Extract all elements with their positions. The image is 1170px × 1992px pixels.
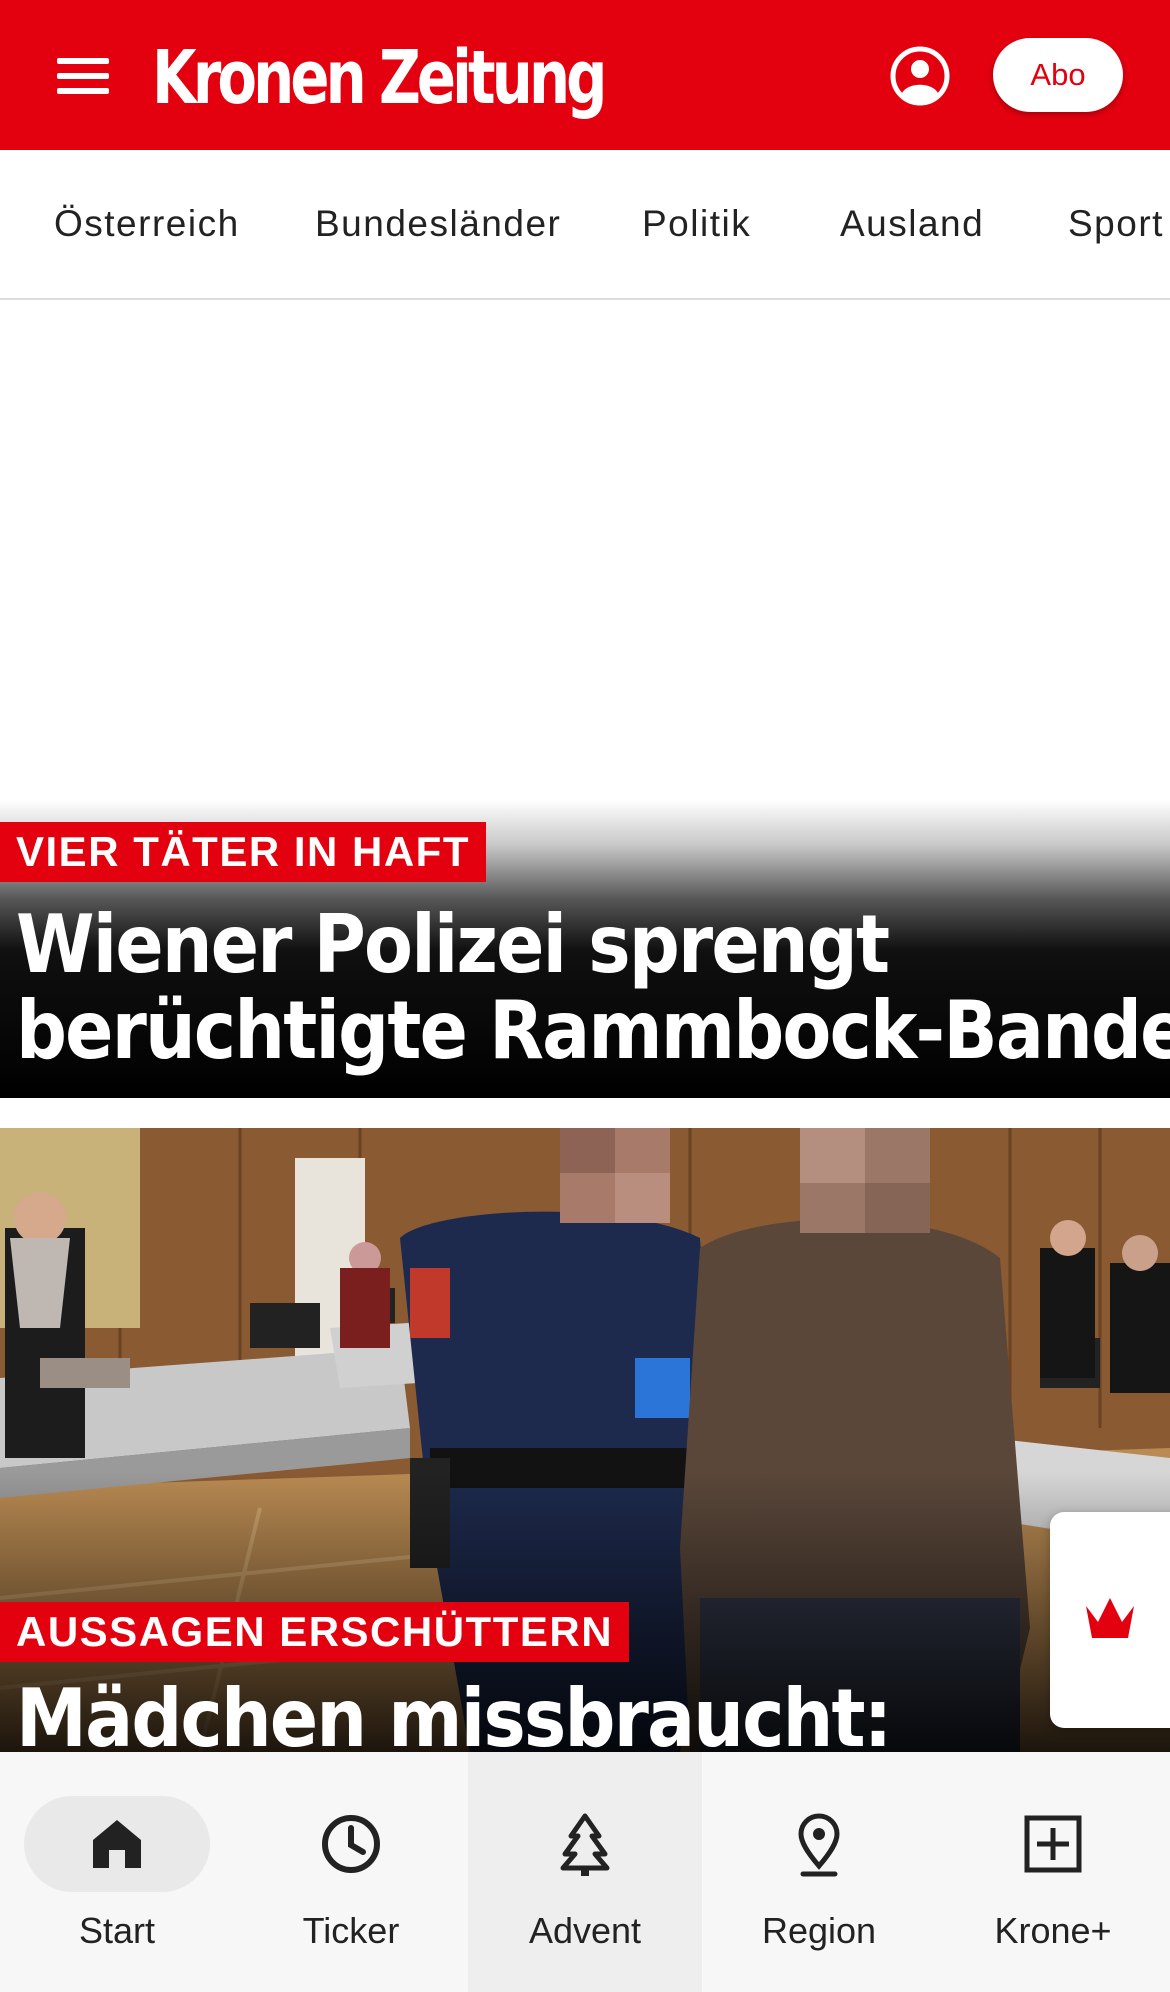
tab-start[interactable]: Start	[0, 1752, 234, 1992]
abo-button[interactable]: Abo	[993, 38, 1123, 112]
top-bar: Kronen Zeitung Abo	[0, 0, 1170, 150]
tab-advent[interactable]: Advent	[468, 1752, 702, 1992]
clock-icon	[322, 1815, 380, 1873]
tab-label: Start	[78, 1910, 156, 1951]
menu-icon-line	[57, 88, 109, 94]
tab-krone-plus[interactable]: Krone+	[936, 1752, 1170, 1992]
ad-placeholder	[0, 302, 1170, 802]
plus-box-icon	[1024, 1815, 1082, 1873]
account-button[interactable]	[888, 44, 952, 108]
menu-icon-line	[57, 73, 109, 79]
category-oesterreich[interactable]: Österreich	[54, 150, 240, 298]
tab-label: Advent	[528, 1910, 642, 1951]
category-sport[interactable]: Sport	[1068, 150, 1164, 298]
home-icon	[93, 1820, 141, 1868]
category-bundeslaender[interactable]: Bundesländer	[315, 150, 561, 298]
account-icon	[890, 46, 950, 106]
headline-line: Wiener Polizei sprengt	[16, 898, 890, 991]
tab-ticker[interactable]: Ticker	[234, 1752, 468, 1992]
article-teaser[interactable]: VIER TÄTER IN HAFT Wiener Polizei spreng…	[0, 800, 1170, 1098]
category-nav[interactable]: Österreich Bundesländer Politik Ausland …	[0, 150, 1170, 300]
tree-icon	[560, 1813, 610, 1876]
tab-label: Ticker	[302, 1910, 400, 1951]
headline-line: berüchtigte Rammbock-Bande	[16, 984, 1170, 1077]
crown-icon	[1086, 1598, 1134, 1638]
menu-icon-line	[57, 58, 109, 64]
tab-region[interactable]: Region	[702, 1752, 936, 1992]
headline-line: Mädchen missbraucht:	[16, 1672, 892, 1753]
article-headline: Wiener Polizei sprengt berüchtigte Rammb…	[16, 902, 1170, 1074]
brand-logo[interactable]: Kronen Zeitung	[152, 28, 607, 128]
tab-label: Region	[761, 1910, 877, 1951]
category-ausland[interactable]: Ausland	[840, 150, 984, 298]
menu-button[interactable]	[52, 50, 116, 102]
location-pin-icon	[798, 1813, 840, 1877]
article-kicker: AUSSAGEN ERSCHÜTTERN	[0, 1602, 630, 1662]
category-politik[interactable]: Politik	[642, 150, 751, 298]
article-headline: Mädchen missbraucht:	[16, 1672, 892, 1753]
article-kicker: VIER TÄTER IN HAFT	[0, 822, 486, 882]
bottom-nav: Start Ticker Advent Region Krone+	[0, 1752, 1170, 1992]
krone-floating-button[interactable]	[1050, 1512, 1170, 1728]
article-teaser[interactable]: AUSSAGEN ERSCHÜTTERN Mädchen missbraucht…	[0, 1128, 1170, 1752]
tab-label: Krone+	[994, 1910, 1112, 1951]
